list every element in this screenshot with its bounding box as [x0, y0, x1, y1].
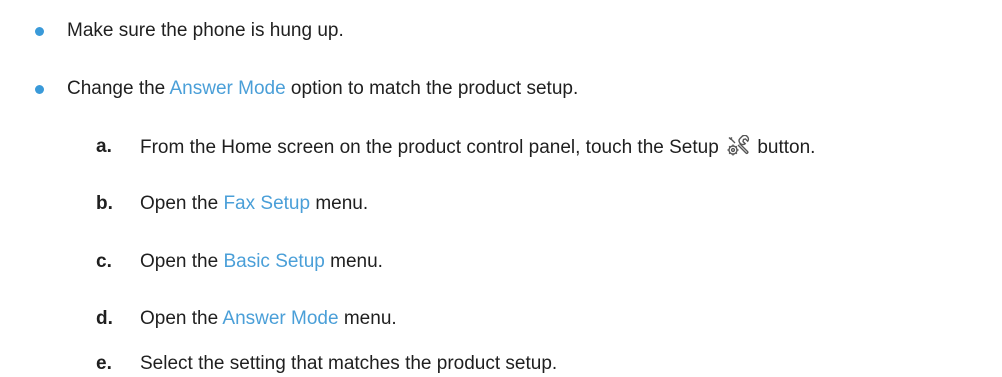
step-text-pre: Open the [140, 193, 224, 214]
bullet-dot [35, 27, 44, 36]
bullet-item-1: Make sure the phone is hung up. [67, 19, 344, 43]
step-text-post: button. [752, 137, 816, 158]
setup-icon [726, 134, 750, 157]
step-e: Select the setting that matches the prod… [140, 352, 557, 376]
step-text-pre: From the Home screen on the product cont… [140, 137, 725, 158]
step-text-post: menu. [310, 193, 369, 214]
step-d: Open the Answer Mode menu. [140, 307, 397, 331]
bullet-text-post: option to match the product setup. [285, 78, 579, 99]
bullet-dot [35, 85, 44, 94]
step-a: From the Home screen on the product cont… [140, 134, 816, 160]
step-marker: a. [96, 136, 112, 157]
fax-setup-menu: Fax Setup [223, 193, 311, 214]
basic-setup-menu: Basic Setup [223, 251, 325, 272]
step-text-post: menu. [324, 251, 383, 272]
answer-mode-menu: Answer Mode [222, 308, 339, 329]
bullet-text: Make sure the phone is hung up. [67, 20, 344, 41]
bullet-text-pre: Change the [67, 78, 170, 99]
step-marker: e. [96, 353, 112, 374]
step-text-post: menu. [338, 308, 397, 329]
step-marker: b. [96, 193, 113, 214]
step-text-pre: Open the [140, 251, 224, 272]
bullet-item-2: Change the Answer Mode option to match t… [67, 77, 578, 101]
step-text: Select the setting that matches the prod… [140, 353, 558, 374]
step-c: Open the Basic Setup menu. [140, 250, 383, 274]
step-text-pre: Open the [140, 308, 223, 329]
step-b: Open the Fax Setup menu. [140, 192, 368, 216]
step-marker: c. [96, 251, 112, 272]
answer-mode-option: Answer Mode [169, 78, 286, 99]
step-marker: d. [96, 308, 113, 329]
